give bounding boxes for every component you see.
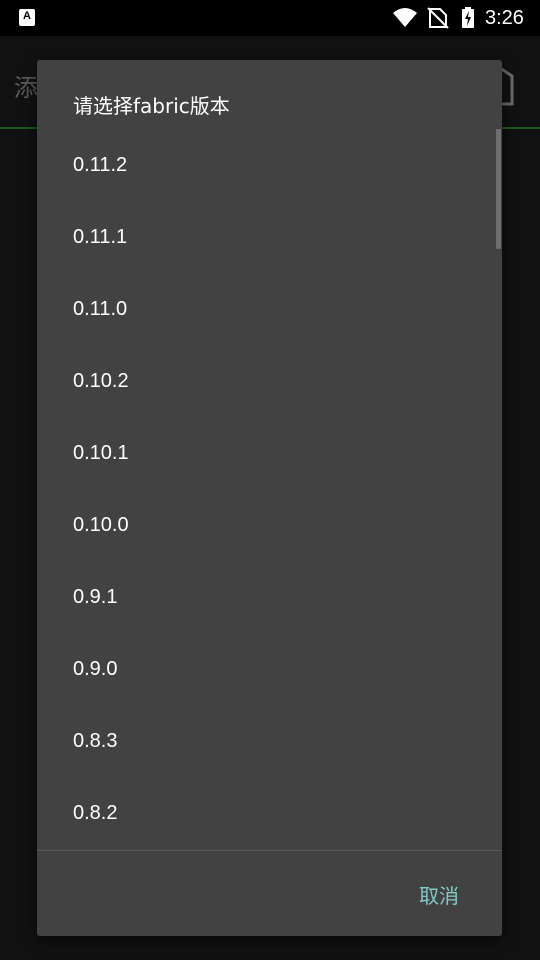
no-sim-icon — [427, 7, 449, 29]
version-label: 0.8.3 — [73, 730, 118, 752]
version-item[interactable]: 0.11.1 — [37, 202, 502, 274]
version-item[interactable]: 0.11.0 — [37, 274, 502, 346]
version-item[interactable]: 0.11.2 — [37, 130, 502, 202]
version-item[interactable]: 0.10.1 — [37, 418, 502, 490]
wifi-icon — [393, 8, 417, 27]
version-label: 0.11.2 — [73, 154, 128, 176]
version-label: 0.10.2 — [73, 370, 129, 392]
version-item[interactable]: 0.10.2 — [37, 346, 502, 418]
version-label: 0.10.1 — [73, 442, 129, 464]
version-item[interactable]: 0.8.2 — [37, 778, 502, 850]
list-scrollbar[interactable] — [496, 129, 501, 249]
version-label: 0.11.0 — [73, 298, 128, 320]
version-item[interactable]: 0.9.0 — [37, 634, 502, 706]
dialog-title: 请选择fabric版本 — [73, 94, 230, 118]
version-item[interactable]: 0.9.1 — [37, 562, 502, 634]
background-title: 添 — [14, 74, 38, 102]
status-bar: A 3:26 — [0, 0, 540, 36]
fabric-version-dialog: 请选择fabric版本 0.11.2 0.11.1 0.11.0 0.10.2 … — [37, 60, 502, 936]
version-list[interactable]: 0.11.2 0.11.1 0.11.0 0.10.2 0.10.1 0.10.… — [37, 130, 502, 850]
dialog-divider — [37, 850, 502, 851]
version-item[interactable]: 0.10.0 — [37, 490, 502, 562]
version-label: 0.9.0 — [73, 658, 118, 680]
status-time: 3:26 — [485, 7, 524, 29]
version-label: 0.11.1 — [73, 226, 128, 248]
cancel-button[interactable]: 取消 — [399, 876, 479, 916]
battery-charging-icon — [462, 7, 474, 28]
version-item[interactable]: 0.8.3 — [37, 706, 502, 778]
version-label: 0.10.0 — [73, 514, 129, 536]
version-label: 0.9.1 — [73, 586, 118, 608]
version-label: 0.8.2 — [73, 802, 118, 824]
